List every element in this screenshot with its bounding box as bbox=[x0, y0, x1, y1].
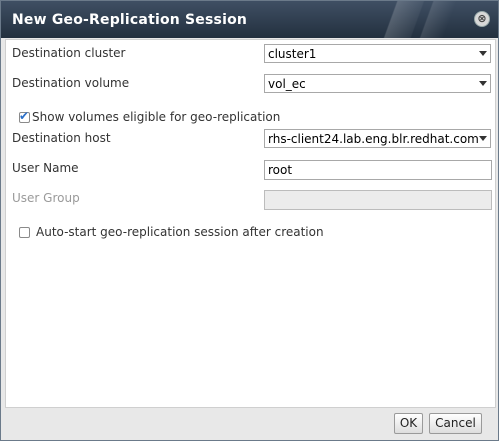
cancel-button[interactable]: Cancel bbox=[429, 413, 482, 434]
destination-host-select[interactable]: rhs-client24.lab.eng.blr.redhat.com bbox=[264, 129, 491, 148]
user-group-input bbox=[264, 190, 492, 210]
destination-cluster-label: Destination cluster bbox=[12, 46, 126, 60]
geo-replication-dialog: New Geo-Replication Session ⊗ Destinatio… bbox=[0, 0, 499, 441]
show-eligible-label: Show volumes eligible for geo-replicatio… bbox=[32, 110, 281, 124]
user-group-label: User Group bbox=[12, 191, 80, 205]
titlebar-decoration bbox=[350, 1, 470, 38]
destination-volume-value: vol_ec bbox=[268, 77, 306, 91]
ok-button[interactable]: OK bbox=[394, 413, 423, 434]
dialog-titlebar[interactable]: New Geo-Replication Session ⊗ bbox=[1, 1, 498, 38]
check-icon: ✔ bbox=[19, 109, 30, 123]
destination-volume-label: Destination volume bbox=[12, 76, 130, 90]
destination-cluster-select[interactable]: cluster1 bbox=[264, 44, 491, 63]
dialog-content: Destination cluster cluster1 Destination… bbox=[5, 39, 496, 408]
destination-cluster-value: cluster1 bbox=[268, 47, 317, 61]
chevron-down-icon bbox=[479, 51, 487, 56]
user-name-label: User Name bbox=[12, 161, 79, 175]
destination-host-value: rhs-client24.lab.eng.blr.redhat.com bbox=[268, 132, 479, 146]
destination-volume-select[interactable]: vol_ec bbox=[264, 74, 491, 93]
dialog-title: New Geo-Replication Session bbox=[12, 12, 248, 28]
auto-start-checkbox[interactable] bbox=[19, 227, 30, 238]
auto-start-label: Auto-start geo-replication session after… bbox=[36, 225, 324, 239]
chevron-down-icon bbox=[479, 81, 487, 86]
close-icon[interactable]: ⊗ bbox=[474, 11, 490, 27]
chevron-down-icon bbox=[479, 136, 487, 141]
destination-host-label: Destination host bbox=[12, 131, 111, 145]
user-name-input[interactable] bbox=[264, 160, 492, 180]
